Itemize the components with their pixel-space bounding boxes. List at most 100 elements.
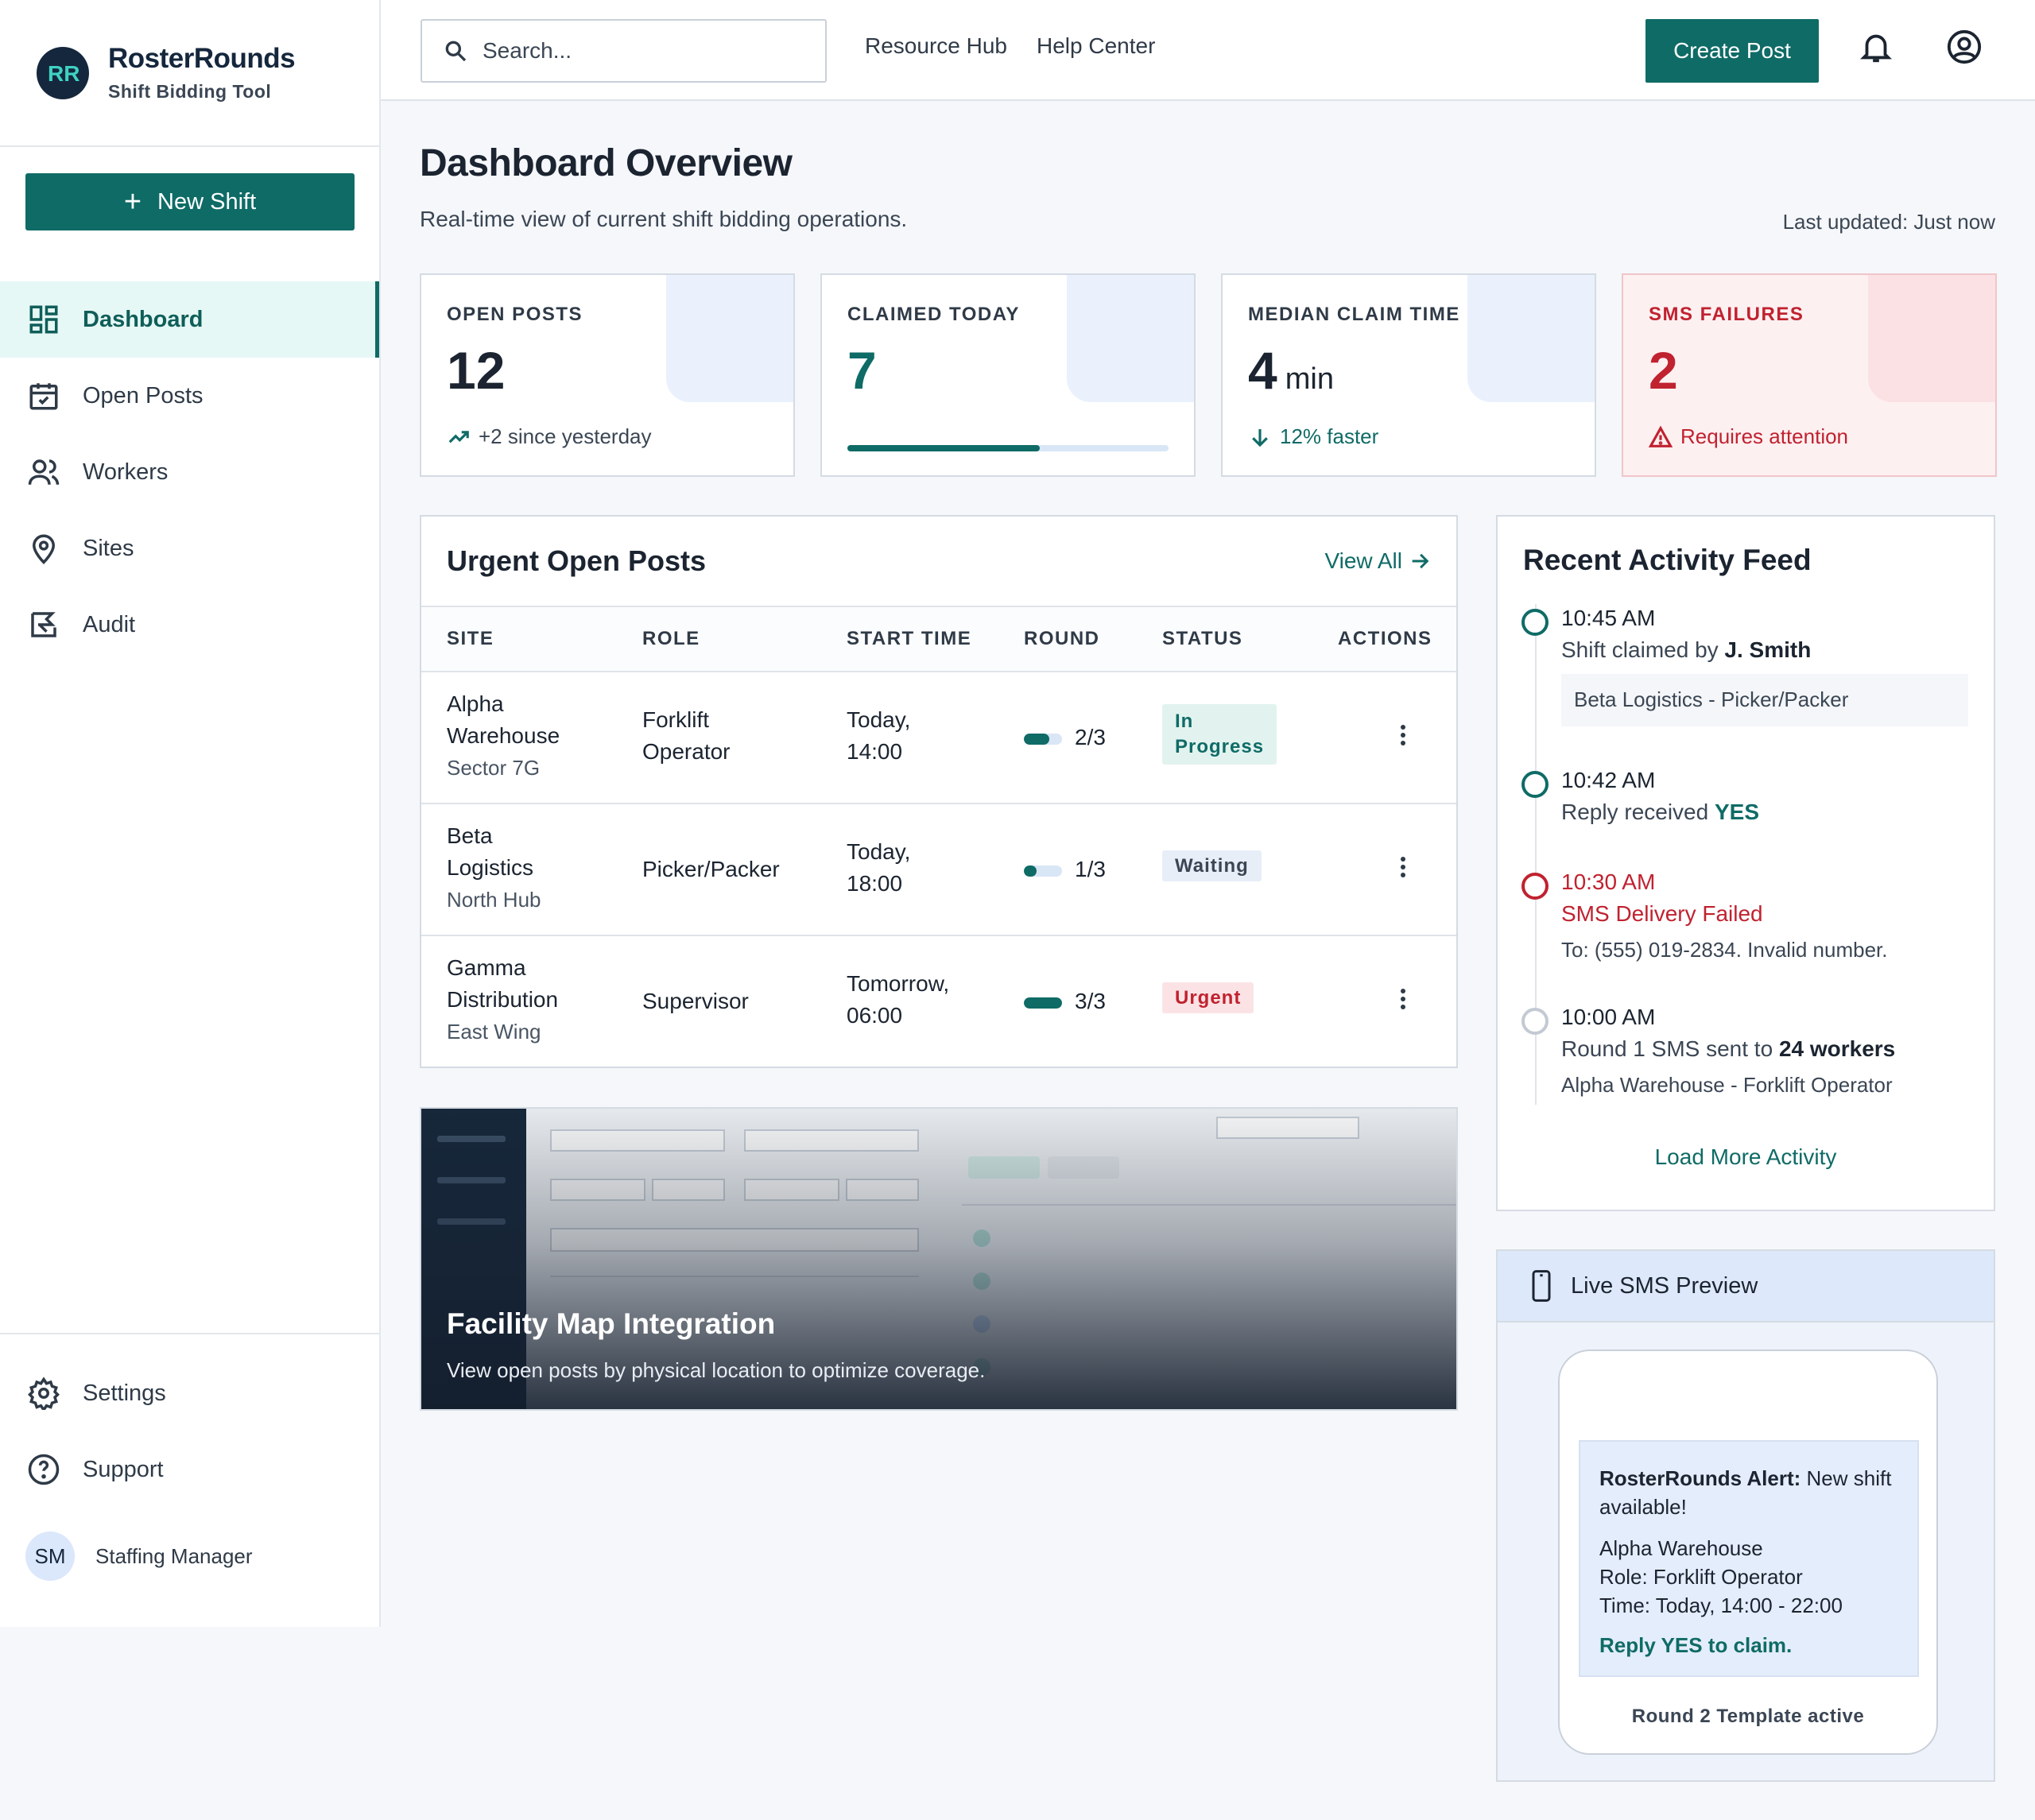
table-row[interactable]: Gamma Distribution East Wing Supervisor … (421, 936, 1456, 1068)
stat-value: 7 (847, 341, 877, 400)
arrow-down-icon (1252, 428, 1268, 447)
avatar: SM (25, 1532, 75, 1581)
stat-foot: Requires attention (1649, 424, 1848, 449)
help-circle-icon (28, 1454, 60, 1485)
svg-text:RR: RR (48, 61, 79, 86)
timeline-dot-icon (1521, 1008, 1549, 1035)
stat-foot: 12% faster (1248, 424, 1378, 449)
sidebar-item-audit[interactable]: Audit (0, 587, 379, 663)
stat-label: OPEN POSTS (447, 304, 583, 325)
sidebar-nav: Dashboard Open Posts Workers Sites Audit (0, 281, 379, 663)
stat-foot: +2 since yesterday (447, 424, 652, 449)
user-profile[interactable]: SM Staffing Manager (0, 1532, 379, 1581)
column-header[interactable]: STATUS (1162, 628, 1242, 650)
page-subtitle: Real-time view of current shift bidding … (420, 207, 908, 231)
timeline-dot-icon (1521, 771, 1549, 798)
column-header[interactable]: SITE (447, 628, 494, 650)
status-cell: Waiting (1162, 849, 1262, 881)
plus-icon: + (123, 184, 142, 219)
column-header[interactable]: ROLE (642, 628, 700, 650)
stat-card-claimed-today[interactable]: CLAIMED TODAY 7 (820, 273, 1196, 477)
activity-time: 10:00 AM (1561, 1005, 1656, 1029)
round-cell: 2/3 (1024, 722, 1106, 753)
sms-message-bubble: RosterRounds Alert: New shift available!… (1579, 1440, 1919, 1677)
sidebar-item-label: Audit (83, 611, 136, 637)
search-icon (445, 41, 467, 62)
stat-label: CLAIMED TODAY (847, 304, 1020, 325)
new-shift-button[interactable]: + New Shift (25, 173, 355, 230)
site-cell: Alpha Warehouse Sector 7G (447, 691, 560, 780)
timeline-dot-icon (1521, 609, 1549, 636)
status-badge: Waiting (1162, 850, 1262, 881)
activity-text: Reply received YES (1561, 800, 1760, 824)
bell-icon[interactable] (1858, 29, 1894, 65)
column-header[interactable]: ACTIONS (1338, 628, 1432, 650)
row-actions-menu-icon[interactable] (1401, 986, 1409, 1013)
column-header[interactable]: ROUND (1024, 628, 1100, 650)
user-role: Staffing Manager (95, 1543, 253, 1568)
sms-preview-title: Live SMS Preview (1571, 1272, 1758, 1299)
load-more-button[interactable]: Load More Activity (1498, 1144, 1994, 1170)
facility-map-card[interactable]: Facility Map Integration View open posts… (420, 1107, 1458, 1411)
user-circle-icon[interactable] (1946, 29, 1983, 65)
status-badge: Urgent (1162, 982, 1254, 1013)
urgent-posts-panel: Urgent Open Posts View All SITE ROLE STA… (420, 515, 1458, 1068)
round-cell: 3/3 (1024, 986, 1106, 1017)
new-shift-label: New Shift (157, 188, 257, 215)
topbar: Search... Resource Hub Help Center Creat… (381, 0, 2035, 101)
row-actions-menu-icon[interactable] (1401, 722, 1409, 749)
warning-icon (1649, 425, 1673, 447)
stat-label: MEDIAN CLAIM TIME (1248, 304, 1460, 325)
trend-up-icon (448, 430, 469, 443)
status-badge: In Progress (1162, 704, 1277, 765)
sms-cta: Reply YES to claim. (1599, 1633, 1793, 1657)
round-progress-bar (1024, 865, 1062, 877)
brand-name: RosterRounds (108, 43, 296, 74)
table-row[interactable]: Beta Logistics North Hub Picker/Packer T… (421, 804, 1456, 936)
sidebar-item-workers[interactable]: Workers (0, 434, 379, 510)
timeline-dot-icon (1521, 873, 1549, 900)
view-all-link[interactable]: View All (1324, 548, 1431, 574)
audit-icon (31, 612, 56, 637)
row-actions-menu-icon[interactable] (1401, 854, 1409, 881)
calendar-check-icon (29, 383, 58, 410)
brand[interactable]: RR RosterRounds Shift Bidding Tool (0, 0, 379, 147)
map-pin-icon (32, 534, 56, 564)
site-cell: Gamma Distribution East Wing (447, 955, 559, 1044)
sms-time-line: Time: Today, 14:00 - 22:00 (1599, 1593, 1843, 1617)
brand-logo-icon: RR (37, 46, 89, 99)
stat-value: 4 min (1248, 341, 1334, 400)
activity-feed-title: Recent Activity Feed (1523, 544, 1812, 576)
stat-card-median-claim-time[interactable]: MEDIAN CLAIM TIME 4 min 12% faster (1221, 273, 1596, 477)
search-input[interactable]: Search... (421, 19, 827, 83)
stat-card-open-posts[interactable]: OPEN POSTS 12 +2 since yesterday (420, 273, 795, 477)
stat-label: SMS FAILURES (1649, 304, 1804, 325)
sms-role-line: Role: Forklift Operator (1599, 1565, 1803, 1589)
sidebar-item-dashboard[interactable]: Dashboard (0, 281, 379, 358)
round-cell: 1/3 (1024, 854, 1106, 885)
sidebar-item-label: Workers (83, 459, 169, 485)
stat-value: 2 (1649, 341, 1678, 400)
sidebar-item-open-posts[interactable]: Open Posts (0, 358, 379, 434)
sidebar-item-label: Sites (83, 535, 134, 561)
phone-icon (1532, 1270, 1551, 1302)
table-row[interactable]: Alpha Warehouse Sector 7G Forklift Opera… (421, 672, 1456, 804)
arrow-right-icon (1412, 553, 1429, 569)
gear-icon (28, 1377, 60, 1410)
sidebar-item-support[interactable]: Support (0, 1431, 379, 1508)
sidebar-item-settings[interactable]: Settings (0, 1355, 379, 1431)
phone-mockup: RosterRounds Alert: New shift available!… (1558, 1350, 1938, 1755)
create-post-button[interactable]: Create Post (1645, 19, 1819, 83)
activity-detail: To: (555) 019-2834. Invalid number. (1561, 938, 1888, 962)
table-header: SITE ROLE START TIME ROUND STATUS ACTION… (421, 607, 1456, 672)
start-time-cell: Today, 14:00 (847, 707, 911, 764)
site-cell: Beta Logistics North Hub (447, 823, 541, 912)
page-title: Dashboard Overview (420, 142, 793, 184)
help-center-link[interactable]: Help Center (1037, 33, 1155, 59)
resource-hub-link[interactable]: Resource Hub (865, 33, 1007, 59)
sms-preview-header: Live SMS Preview (1498, 1251, 1994, 1322)
sidebar-item-sites[interactable]: Sites (0, 510, 379, 587)
stat-card-sms-failures[interactable]: SMS FAILURES 2 Requires attention (1622, 273, 1997, 477)
column-header[interactable]: START TIME (847, 628, 971, 650)
claimed-progress-bar (847, 445, 1169, 451)
